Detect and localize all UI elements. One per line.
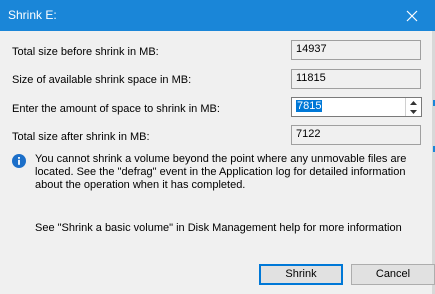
cancel-button-label: Cancel xyxy=(375,268,411,280)
total-size-before-label: Total size before shrink in MB: xyxy=(12,46,159,58)
shrink-button-label: Shrink xyxy=(285,268,317,280)
help-text: See "Shrink a basic volume" in Disk Mana… xyxy=(35,222,402,234)
total-size-after-text: 7122 xyxy=(296,128,321,140)
shrink-amount-label: Enter the amount of space to shrink in M… xyxy=(12,103,220,115)
chevron-down-icon xyxy=(410,109,417,114)
chevron-up-icon xyxy=(410,100,417,105)
total-size-before-value: 14937 xyxy=(291,40,421,60)
shrink-amount-spinner[interactable] xyxy=(405,98,421,116)
total-size-after-label: Total size after shrink in MB: xyxy=(12,131,150,143)
available-shrink-space-text: 11815 xyxy=(296,72,326,84)
shrink-amount-text[interactable]: 7815 xyxy=(296,100,323,112)
total-size-after-value: 7122 xyxy=(291,125,421,145)
close-icon xyxy=(406,10,418,21)
close-button[interactable] xyxy=(389,0,435,31)
available-shrink-space-label: Size of available shrink space in MB: xyxy=(12,74,192,86)
info-message: You cannot shrink a volume beyond the po… xyxy=(35,153,407,191)
shrink-button[interactable]: Shrink xyxy=(259,264,343,285)
available-shrink-space-value: 11815 xyxy=(291,69,421,89)
shrink-amount-input[interactable]: 7815 xyxy=(291,97,422,117)
spin-up-button[interactable] xyxy=(406,98,421,107)
title-bar: Shrink E: xyxy=(0,0,435,31)
window-title: Shrink E: xyxy=(8,8,57,22)
spin-down-button[interactable] xyxy=(406,107,421,116)
info-icon xyxy=(12,154,26,168)
total-size-before-text: 14937 xyxy=(296,43,327,55)
cancel-button[interactable]: Cancel xyxy=(351,264,435,285)
